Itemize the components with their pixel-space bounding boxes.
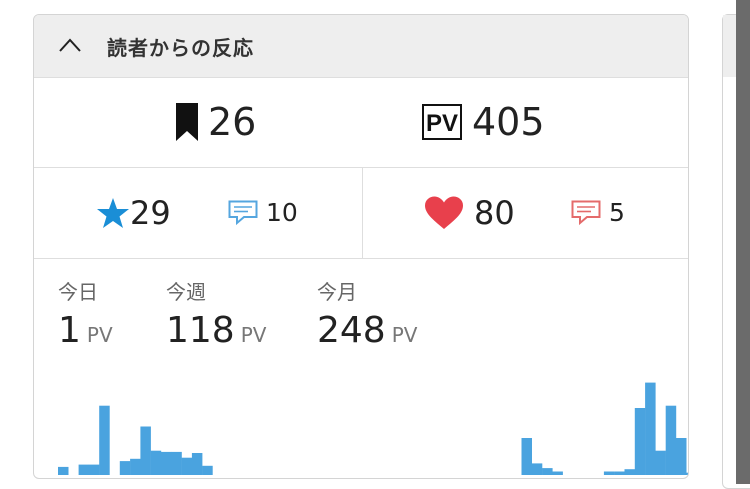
pageview-bar[interactable]: [191, 453, 203, 475]
pageview-bar[interactable]: [676, 438, 687, 475]
pageview-bar[interactable]: [542, 468, 553, 475]
reactions-row: 29 10 80 5: [34, 167, 688, 259]
scrollbar[interactable]: [736, 0, 750, 484]
stat-month-value-row: 248 PV: [317, 310, 417, 351]
stat-month-label: 今月: [317, 280, 357, 304]
comment-count-right: 5: [609, 198, 625, 227]
pageview-bar[interactable]: [686, 472, 689, 475]
pageview-bar[interactable]: [634, 408, 646, 475]
stat-month: 今月 248 PV: [317, 280, 417, 351]
reactions-divider: [362, 167, 363, 258]
pv-icon: PV: [422, 104, 462, 140]
panel-title: 読者からの反応: [107, 36, 254, 60]
pageview-count: 405: [472, 100, 545, 144]
pageview-bar[interactable]: [99, 405, 110, 475]
pageview-bar[interactable]: [552, 471, 563, 476]
pageview-bar[interactable]: [521, 438, 533, 475]
stat-today-value-row: 1 PV: [58, 310, 113, 351]
star-reaction[interactable]: 29: [96, 195, 171, 231]
heart-icon: [425, 196, 463, 229]
pageview-bar[interactable]: [624, 469, 636, 475]
stat-today-label: 今日: [58, 280, 98, 304]
stat-week-label: 今週: [166, 280, 206, 304]
pageview-bar[interactable]: [603, 471, 615, 476]
stat-week-value: 118: [166, 310, 235, 351]
stat-today: 今日 1 PV: [58, 280, 113, 351]
comment-count-left: 10: [266, 198, 298, 227]
pv-icon-text: PV: [426, 110, 458, 137]
pageview-bar[interactable]: [531, 463, 543, 475]
chevron-up-icon[interactable]: [58, 37, 82, 53]
star-icon: [97, 197, 129, 228]
heart-reaction[interactable]: 80: [424, 195, 515, 231]
bookmark-count: 26: [208, 100, 257, 144]
stat-month-value: 248: [317, 310, 386, 351]
totals-row: 26 PV 405: [34, 77, 688, 168]
pageview-bar[interactable]: [58, 466, 69, 475]
pageview-bar[interactable]: [645, 382, 656, 475]
pageview-bar[interactable]: [78, 464, 90, 475]
star-count: 29: [130, 194, 171, 232]
pageview-bar[interactable]: [150, 450, 162, 475]
reader-reactions-panel: 読者からの反応 26 PV 405 29 10 80 5 今日 1 PV 今週 …: [33, 14, 689, 479]
pageview-bar[interactable]: [655, 450, 666, 475]
stat-week-value-row: 118 PV: [166, 310, 266, 351]
pageview-bar[interactable]: [130, 458, 141, 475]
pageview-bar[interactable]: [171, 451, 182, 475]
comment-icon: [571, 200, 601, 226]
comment-reaction-left[interactable]: 10: [228, 195, 298, 231]
pageview-bar[interactable]: [161, 451, 172, 475]
stat-today-unit: PV: [86, 323, 113, 347]
stat-today-value: 1: [58, 310, 81, 351]
pageview-bar[interactable]: [88, 464, 100, 475]
pageview-bar[interactable]: [119, 461, 131, 475]
comment-reaction-right[interactable]: 5: [571, 195, 625, 231]
stat-week: 今週 118 PV: [166, 280, 266, 351]
pageview-bar[interactable]: [202, 465, 213, 475]
pageview-bar[interactable]: [140, 426, 151, 476]
pageview-stats: 今日 1 PV 今週 118 PV 今月 248 PV: [34, 258, 689, 478]
pageview-bar[interactable]: [614, 471, 625, 476]
bookmark-icon: [176, 103, 198, 141]
bookmark-total[interactable]: 26: [176, 101, 256, 143]
stat-week-unit: PV: [240, 323, 267, 347]
pageview-bar[interactable]: [181, 457, 193, 475]
comment-icon: [228, 200, 258, 226]
heart-count: 80: [474, 194, 515, 232]
pageview-bar[interactable]: [665, 405, 677, 475]
stat-month-unit: PV: [391, 323, 418, 347]
panel-header[interactable]: 読者からの反応: [34, 15, 688, 78]
pageview-total[interactable]: PV 405: [422, 101, 545, 143]
